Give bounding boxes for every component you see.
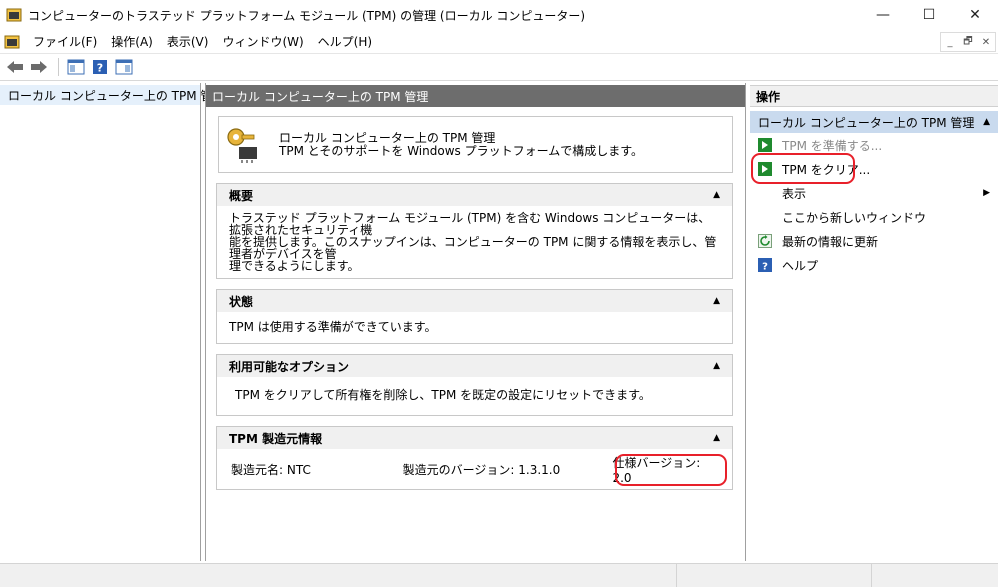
forward-arrow-icon (31, 61, 47, 73)
tree-item-label: ローカル コンピューター上の TPM 管理 (8, 88, 225, 103)
manufacturer-info-row: 製造元名: NTC 製造元のバージョン: 1.3.1.0 仕様バージョン: 2.… (217, 449, 732, 489)
overview-section: 概要 ▲ トラステッド プラットフォーム モジュール (TPM) を含む Win… (216, 183, 733, 279)
collapse-arrow-icon[interactable]: ▲ (983, 117, 990, 127)
menu-file[interactable]: ファイル(F) (26, 33, 104, 50)
overview-line: 能を提供します。このスナップインは、コンピューターの TPM に関する情報を表示… (229, 235, 717, 261)
results-pane-header: ローカル コンピューター上の TPM 管理 (206, 85, 745, 107)
status-bar (0, 563, 998, 587)
action-clear-tpm[interactable]: TPM をクリア... (750, 153, 998, 184)
status-bar-segment (677, 564, 872, 587)
intro-description: TPM とそのサポートを Windows プラットフォームで構成します。 (279, 143, 644, 158)
forward-button[interactable] (28, 56, 50, 78)
action-help-label: ヘルプ (782, 258, 819, 273)
mdi-close-button[interactable]: ✕ (977, 33, 995, 51)
minimize-button[interactable]: — (860, 0, 906, 30)
refresh-icon (758, 234, 772, 248)
help-button[interactable]: ? (89, 56, 111, 78)
show-hide-action-pane-button[interactable] (113, 56, 135, 78)
tree-item-tpm-management[interactable]: ローカル コンピューター上の TPM 管理 (0, 85, 224, 105)
action-view-label: 表示 (782, 186, 807, 201)
manufacturer-section: TPM 製造元情報 ▲ 製造元名: NTC 製造元のバージョン: 1.3.1.0… (216, 426, 733, 490)
status-title: 状態 (229, 294, 254, 309)
action-view[interactable]: 表示 ▶ (750, 181, 998, 205)
title-bar: コンピューターのトラステッド プラットフォーム モジュール (TPM) の管理 … (0, 0, 998, 30)
status-section-header[interactable]: 状態 ▲ (217, 290, 732, 312)
mdi-controls: _ 🗗 ✕ (940, 32, 996, 52)
toolbar: ? (0, 54, 998, 81)
show-hide-console-tree-button[interactable] (65, 56, 87, 78)
action-refresh-label: 最新の情報に更新 (782, 234, 879, 249)
action-refresh[interactable]: 最新の情報に更新 (750, 229, 998, 253)
help-icon: ? (93, 60, 107, 75)
collapse-arrow-icon[interactable]: ▲ (713, 361, 720, 371)
intro-title: ローカル コンピューター上の TPM 管理 (279, 130, 496, 145)
menu-view[interactable]: 表示(V) (160, 33, 216, 50)
highlight-oval (751, 153, 855, 184)
collapse-arrow-icon[interactable]: ▲ (713, 190, 720, 200)
help-icon: ? (758, 258, 772, 272)
mdi-document-icon[interactable] (4, 34, 20, 50)
action-help[interactable]: ? ヘルプ (750, 253, 998, 277)
mdi-minimize-button[interactable]: _ (941, 33, 959, 51)
overview-title: 概要 (229, 188, 254, 203)
options-body: TPM をクリアして所有権を削除し、TPM を既定の設定にリセットできます。 (217, 377, 732, 415)
tpm-key-chip-icon (227, 127, 257, 163)
back-button[interactable] (4, 56, 26, 78)
highlight-oval (615, 454, 727, 486)
tpm-app-icon (6, 8, 22, 22)
svg-text:?: ? (762, 262, 768, 273)
status-body: TPM は使用する準備ができています。 (217, 312, 732, 343)
manufacturer-version: 製造元のバージョン: 1.3.1.0 (402, 462, 561, 477)
overview-section-header[interactable]: 概要 ▲ (217, 184, 732, 206)
manufacturer-name: 製造元名: NTC (231, 462, 311, 477)
mdi-restore-button[interactable]: 🗗 (959, 33, 977, 51)
intro-box: ローカル コンピューター上の TPM 管理 TPM とそのサポートを Windo… (218, 116, 733, 173)
menu-action[interactable]: 操作(A) (104, 33, 160, 50)
action-arrow-icon (758, 138, 772, 152)
menu-bar: ファイル(F) 操作(A) 表示(V) ウィンドウ(W) ヘルプ(H) _ 🗗 … (0, 30, 998, 54)
action-new-window[interactable]: ここから新しいウィンドウ (750, 205, 998, 229)
options-title: 利用可能なオプション (229, 359, 350, 374)
status-bar-segment (872, 564, 998, 587)
submenu-arrow-icon: ▶ (983, 188, 990, 198)
collapse-arrow-icon[interactable]: ▲ (713, 433, 720, 443)
show-hide-action-pane-icon (115, 59, 133, 75)
options-section-header[interactable]: 利用可能なオプション ▲ (217, 355, 732, 377)
close-button[interactable]: ✕ (952, 0, 998, 30)
console-tree: ローカル コンピューター上の TPM 管理 (0, 83, 224, 561)
actions-subheader-label: ローカル コンピューター上の TPM 管理 (758, 115, 975, 130)
results-pane: ローカル コンピューター上の TPM 管理 ローカル コンピューター上の TPM… (205, 83, 746, 561)
status-section: 状態 ▲ TPM は使用する準備ができています。 (216, 289, 733, 344)
show-hide-console-tree-icon (67, 59, 85, 75)
options-text: TPM をクリアして所有権を削除し、TPM を既定の設定にリセットできます。 (235, 388, 651, 402)
window-title: コンピューターのトラステッド プラットフォーム モジュール (TPM) の管理 … (28, 8, 586, 23)
menu-help[interactable]: ヘルプ(H) (311, 33, 379, 50)
toolbar-separator (58, 58, 59, 76)
intro-text: ローカル コンピューター上の TPM 管理 TPM とそのサポートを Windo… (279, 130, 644, 158)
options-section: 利用可能なオプション ▲ TPM をクリアして所有権を削除し、TPM を既定の設… (216, 354, 733, 416)
menu-window[interactable]: ウィンドウ(W) (215, 33, 310, 50)
manufacturer-title: TPM 製造元情報 (229, 431, 323, 446)
back-arrow-icon (7, 61, 23, 73)
actions-pane: 操作 ローカル コンピューター上の TPM 管理 ▲ TPM を準備する... … (750, 83, 998, 561)
overview-body: トラステッド プラットフォーム モジュール (TPM) を含む Windows … (217, 206, 732, 278)
status-text: TPM は使用する準備ができています。 (229, 320, 437, 334)
manufacturer-section-header[interactable]: TPM 製造元情報 ▲ (217, 427, 732, 449)
collapse-arrow-icon[interactable]: ▲ (713, 296, 720, 306)
overview-line: 理できるようにします。 (229, 259, 360, 273)
action-prepare-tpm-label: TPM を準備する... (782, 138, 883, 153)
overview-line: トラステッド プラットフォーム モジュール (TPM) を含む Windows … (229, 211, 711, 237)
action-new-window-label: ここから新しいウィンドウ (782, 210, 927, 225)
maximize-button[interactable]: ☐ (906, 0, 952, 30)
status-bar-segment (0, 564, 677, 587)
actions-pane-title: 操作 (750, 85, 998, 107)
svg-text:?: ? (97, 62, 103, 75)
actions-subheader[interactable]: ローカル コンピューター上の TPM 管理 ▲ (750, 111, 998, 133)
